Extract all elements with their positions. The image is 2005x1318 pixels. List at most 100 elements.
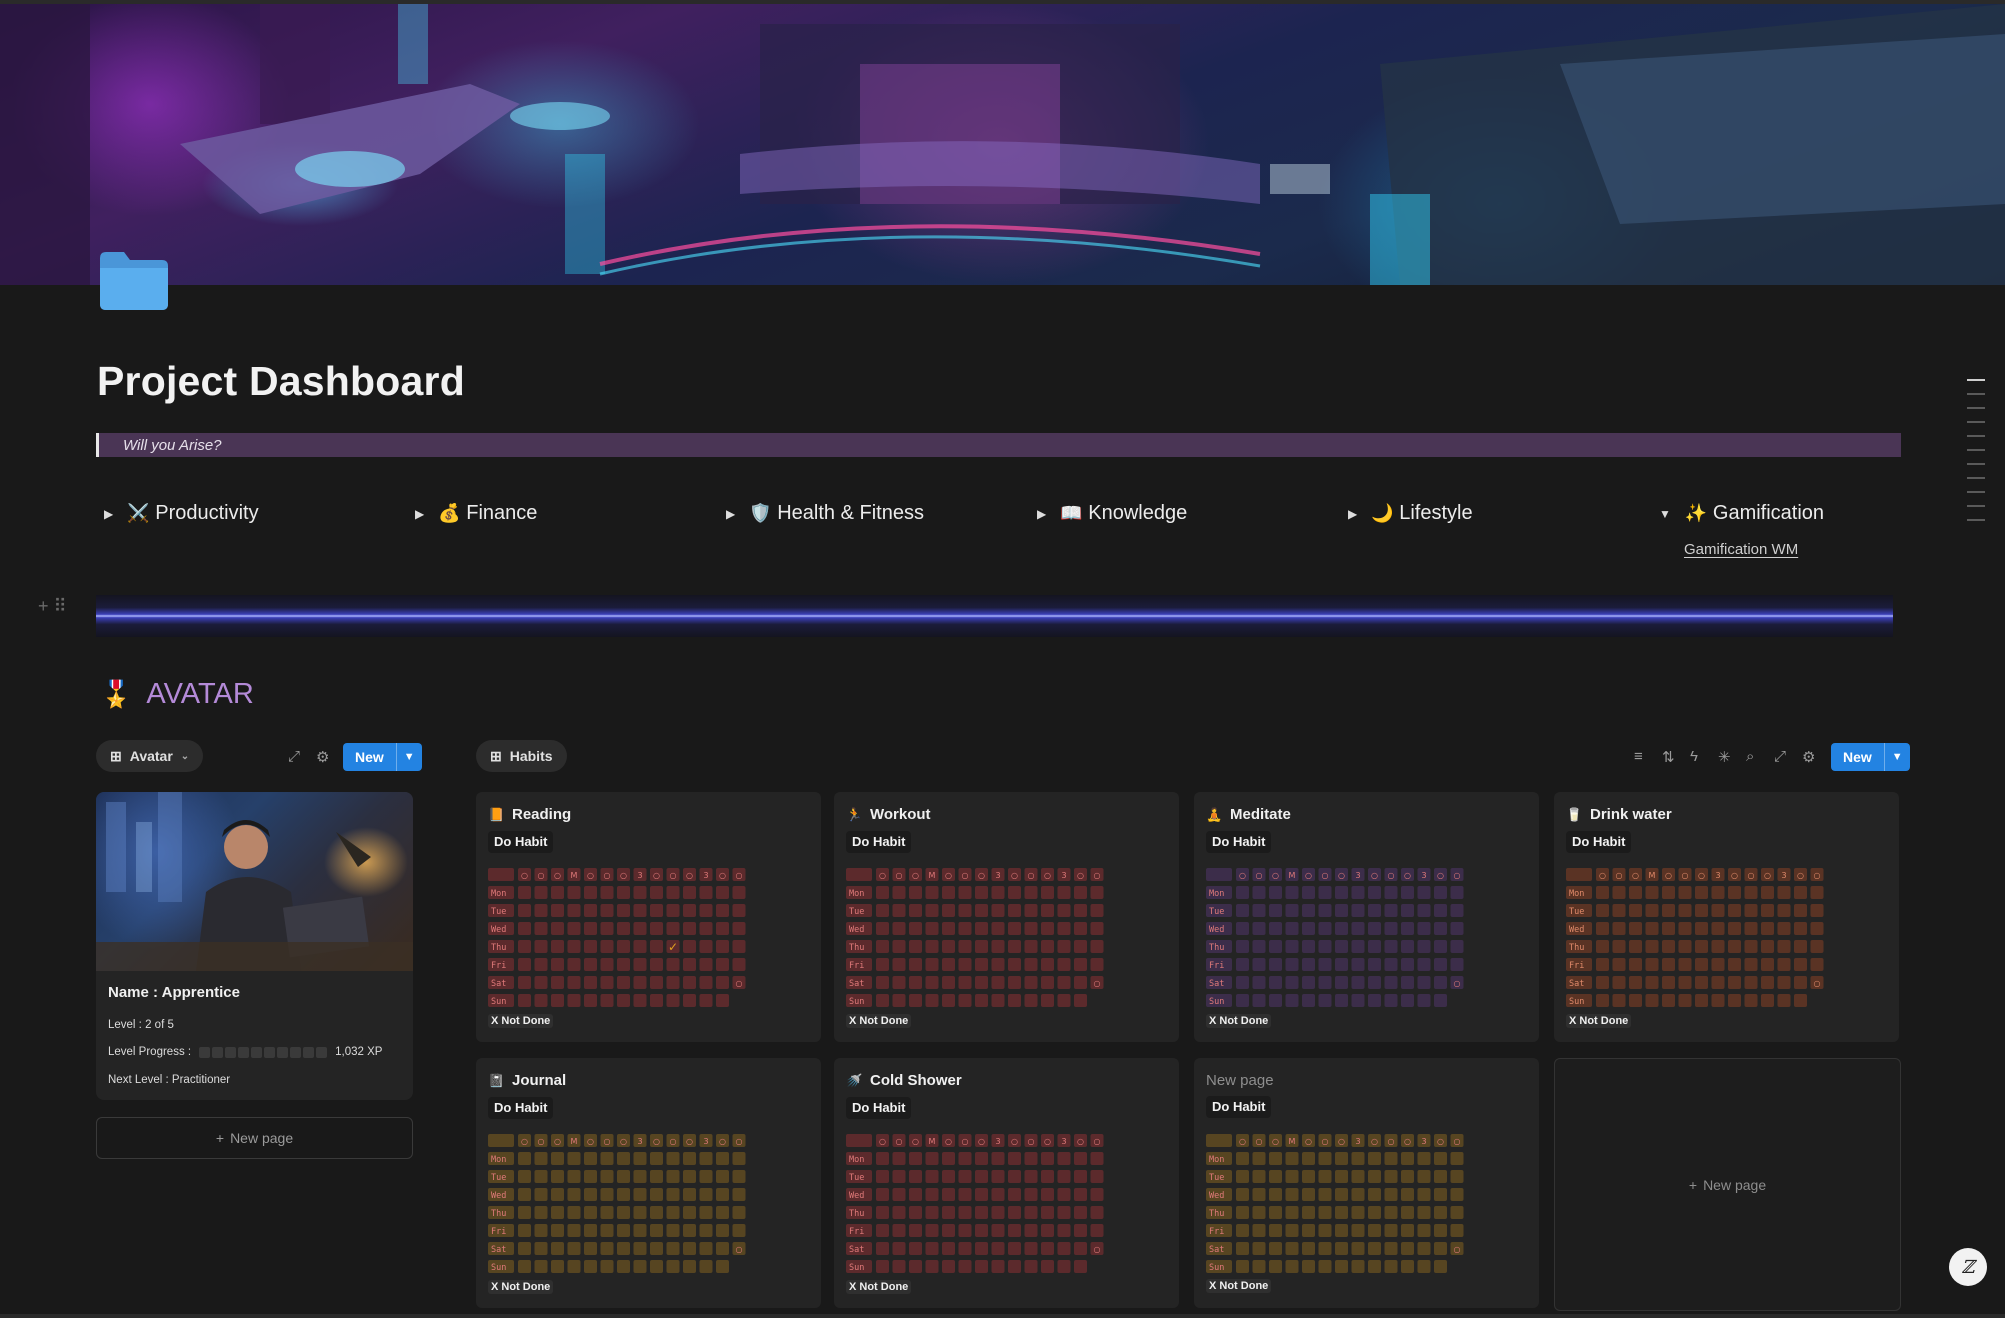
search-icon[interactable]: ⌕	[1746, 748, 1754, 765]
grid-day-cell	[1351, 886, 1365, 899]
toggle-health-fitness[interactable]: ▶ 🛡️ Health & Fitness	[726, 502, 924, 525]
habits-new-page-card[interactable]: + New page	[1554, 1058, 1901, 1311]
grid-day-cell	[1041, 958, 1054, 971]
habit-card[interactable]: 🚿 Cold Shower Do Habit ○ ○ ○ M ○ ○ ○ 3 ○ ○ ○ 3 ○ ○ Mon Tue…	[834, 1058, 1179, 1308]
grid-day-cell	[1057, 976, 1071, 989]
grid-day-cell	[1252, 976, 1266, 989]
grid-day-cell	[1401, 994, 1414, 1007]
chevron-down-icon[interactable]: ▼	[395, 743, 422, 771]
avatar-new-button[interactable]: New ▼	[343, 743, 422, 771]
grid-today-mark: ○	[736, 979, 743, 988]
grid-day-cell	[1596, 994, 1609, 1007]
view-tab-habits[interactable]: ⊞ Habits	[476, 740, 567, 772]
toggle-arrow-icon[interactable]: ▶	[104, 507, 113, 521]
avatar-card[interactable]: Name : Apprentice Level : 2 of 5 Level P…	[96, 792, 413, 1100]
toggle-gamification[interactable]: ▼ ✨ Gamification	[1659, 502, 1824, 525]
filter-icon[interactable]: ≡	[1634, 748, 1643, 765]
habit-card[interactable]: 📙 Reading Do Habit ○ ○ ○ M ○ ○ ○ 3 ○ ○ ○ 3 ○ ○ Mon Tue Wed T…	[476, 792, 821, 1042]
page-title[interactable]: Project Dashboard	[97, 358, 465, 405]
grid-day-cell	[551, 922, 564, 935]
grid-day-cell	[1285, 994, 1299, 1007]
grid-header-mark: ○	[538, 871, 545, 880]
grid-day-cell	[1596, 922, 1609, 935]
automation-bolt-icon[interactable]: ϟ	[1690, 748, 1698, 765]
table-of-contents-minimap[interactable]	[1967, 379, 1985, 533]
toggle-arrow-icon[interactable]: ▶	[415, 507, 424, 521]
grid-day-cell	[699, 1242, 713, 1255]
settings-sliders-icon[interactable]: ⚙	[316, 748, 329, 766]
grid-day-cell	[1285, 922, 1299, 935]
do-habit-button[interactable]: Do Habit	[846, 831, 912, 853]
grid-day-label: Tue	[491, 907, 506, 917]
grid-day-cell	[1450, 1206, 1464, 1219]
avatar-new-page-button[interactable]: + New page	[96, 1117, 413, 1159]
habit-title: 🥛 Drink water	[1566, 806, 1672, 823]
cover-image[interactable]	[0, 4, 2005, 285]
habit-card[interactable]: 🏃 Workout Do Habit ○ ○ ○ M ○ ○ ○ 3 ○ ○ ○ 3 ○ ○ Mon Tue Wed T…	[834, 792, 1179, 1042]
toggle-arrow-icon[interactable]: ▶	[726, 507, 735, 521]
grid-day-cell	[892, 1242, 906, 1255]
grid-day-cell	[1761, 958, 1774, 971]
grid-day-cell	[584, 886, 597, 899]
do-habit-button[interactable]: Do Habit	[846, 1097, 912, 1119]
toggle-productivity[interactable]: ▶ ⚔️ Productivity	[104, 502, 259, 525]
habit-card[interactable]: New page Do Habit ○ ○ ○ M ○ ○ ○ 3 ○ ○ ○ 3 ○ ○ Mon Tue Wed T…	[1194, 1058, 1539, 1308]
grid-day-cell	[1417, 1152, 1431, 1165]
grid-day-cell	[534, 1206, 548, 1219]
grid-day-cell	[683, 1152, 696, 1165]
grid-day-cell	[518, 922, 531, 935]
grid-day-cell	[1008, 1170, 1021, 1183]
grid-day-cell	[1629, 958, 1642, 971]
grid-day-cell	[1612, 976, 1626, 989]
grid-day-cell	[1351, 1260, 1365, 1273]
gamification-wm-link[interactable]: Gamification WM	[1684, 541, 1798, 558]
chevron-down-icon[interactable]: ▼	[1883, 743, 1910, 771]
ai-sparkle-icon[interactable]: ✳	[1718, 748, 1731, 766]
grid-day-cell	[1351, 904, 1365, 917]
folder-icon[interactable]	[96, 248, 172, 314]
grid-day-cell	[633, 1152, 647, 1165]
habit-tracker-grid: ○ ○ ○ M ○ ○ ○ 3 ○ ○ ○ 3 ○ ○ Mon Tue Wed Thu Fri Sat ○ Sun	[846, 868, 1104, 1007]
habit-title-text: Journal	[512, 1072, 567, 1089]
toggle-arrow-icon[interactable]: ▶	[1348, 507, 1357, 521]
do-habit-button[interactable]: Do Habit	[1206, 831, 1272, 853]
toggle-arrow-icon[interactable]: ▶	[1037, 507, 1046, 521]
toggle-lifestyle[interactable]: ▶ 🌙 Lifestyle	[1348, 502, 1473, 525]
grid-day-cell	[600, 1260, 614, 1273]
quote-block[interactable]: Will you Arise?	[96, 433, 1901, 457]
toggle-arrow-down-icon[interactable]: ▼	[1659, 507, 1671, 521]
toggle-finance[interactable]: ▶ 💰 Finance	[415, 502, 537, 525]
settings-sliders-icon[interactable]: ⚙	[1802, 748, 1815, 766]
habits-new-button[interactable]: New ▼	[1831, 743, 1910, 771]
expand-icon[interactable]: ⤢	[288, 748, 300, 765]
habit-card[interactable]: 🥛 Drink water Do Habit ○ ○ ○ M ○ ○ ○ 3 ○ ○ ○ 3 ○ ○ Mon Tue…	[1554, 792, 1899, 1042]
grid-day-label: Sat	[1209, 1245, 1224, 1255]
grid-day-cell	[975, 1188, 988, 1201]
view-tab-avatar[interactable]: ⊞ Avatar ⌄	[96, 740, 204, 772]
do-habit-button[interactable]: Do Habit	[488, 831, 554, 853]
grid-header-mark: ○	[1616, 871, 1623, 880]
do-habit-button[interactable]: Do Habit	[1206, 1096, 1272, 1118]
orange-book-icon: 📙	[488, 806, 505, 822]
grid-day-cell	[1629, 994, 1642, 1007]
habit-card[interactable]: 🧘 Meditate Do Habit ○ ○ ○ M ○ ○ ○ 3 ○ ○ ○ 3 ○ ○ Mon Tue Wed…	[1194, 792, 1539, 1042]
grid-day-cell	[958, 1170, 972, 1183]
expand-icon[interactable]: ⤢	[1774, 748, 1786, 765]
grid-day-cell	[1777, 940, 1791, 953]
habit-title: 🚿 Cold Shower	[846, 1072, 962, 1089]
grid-day-label: Mon	[1209, 889, 1224, 899]
grid-day-cell	[1318, 1224, 1332, 1237]
do-habit-button[interactable]: Do Habit	[488, 1097, 554, 1119]
notion-ai-help-button[interactable]: ℤ	[1949, 1248, 1987, 1286]
habit-card[interactable]: 📓 Journal Do Habit ○ ○ ○ M ○ ○ ○ 3 ○ ○ ○ 3 ○ ○ Mon Tue Wed T…	[476, 1058, 821, 1308]
grid-day-cell	[633, 940, 647, 953]
grid-day-cell	[909, 1206, 922, 1219]
grid-day-label: Wed	[1569, 925, 1584, 935]
grid-day-cell	[1417, 976, 1431, 989]
do-habit-button[interactable]: Do Habit	[1566, 831, 1632, 853]
grid-day-cell	[1678, 958, 1692, 971]
block-drag-handle-icon[interactable]: + ⠿	[38, 596, 67, 617]
toggle-knowledge[interactable]: ▶ 📖 Knowledge	[1037, 502, 1187, 525]
sort-icon[interactable]: ⇅	[1662, 748, 1675, 766]
grid-day-cell	[1629, 886, 1642, 899]
